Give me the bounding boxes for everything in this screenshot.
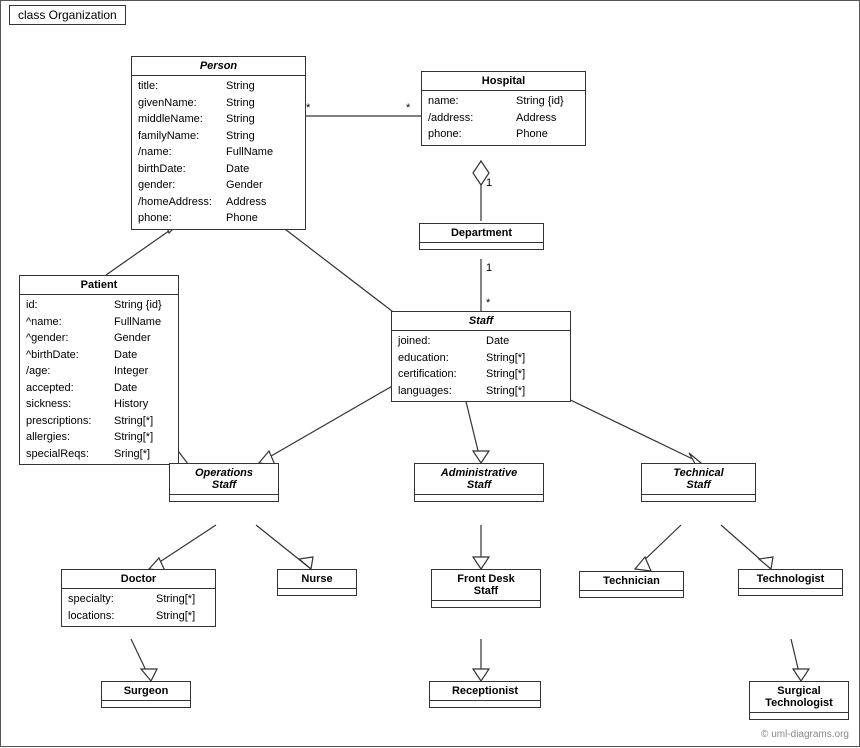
class-receptionist-body bbox=[430, 701, 540, 707]
class-patient-header: Patient bbox=[20, 276, 178, 295]
class-surgical-tech-body bbox=[750, 713, 848, 719]
class-department-header: Department bbox=[420, 224, 543, 243]
class-technician: Technician bbox=[579, 571, 684, 598]
class-person: Person title:String givenName:String mid… bbox=[131, 56, 306, 230]
class-doctor: Doctor specialty:String[*] locations:Str… bbox=[61, 569, 216, 627]
class-admin-staff-header: AdministrativeStaff bbox=[415, 464, 543, 495]
class-admin-staff-body bbox=[415, 495, 543, 501]
svg-text:1: 1 bbox=[486, 177, 492, 189]
diagram-container: class Organization * * 1 * 1 * * * bbox=[0, 0, 860, 747]
svg-text:1: 1 bbox=[486, 262, 492, 274]
svg-text:*: * bbox=[406, 102, 411, 114]
class-hospital: Hospital name:String {id} /address:Addre… bbox=[421, 71, 586, 146]
watermark: © uml-diagrams.org bbox=[761, 729, 849, 740]
class-technician-header: Technician bbox=[580, 572, 683, 591]
class-nurse-header: Nurse bbox=[278, 570, 356, 589]
class-technologist-header: Technologist bbox=[739, 570, 842, 589]
class-staff-header: Staff bbox=[392, 312, 570, 331]
class-front-desk: Front DeskStaff bbox=[431, 569, 541, 608]
class-ops-staff: OperationsStaff bbox=[169, 463, 279, 502]
class-staff-body: joined:Date education:String[*] certific… bbox=[392, 331, 570, 401]
class-person-header: Person bbox=[132, 57, 305, 76]
class-tech-staff-body bbox=[642, 495, 755, 501]
class-patient-body: id:String {id} ^name:FullName ^gender:Ge… bbox=[20, 295, 178, 464]
class-department-body bbox=[420, 243, 543, 249]
class-technician-body bbox=[580, 591, 683, 597]
class-surgical-tech: SurgicalTechnologist bbox=[749, 681, 849, 720]
class-ops-staff-header: OperationsStaff bbox=[170, 464, 278, 495]
class-department: Department bbox=[419, 223, 544, 250]
class-receptionist-header: Receptionist bbox=[430, 682, 540, 701]
class-surgeon-body bbox=[102, 701, 190, 707]
diagram-title: class Organization bbox=[9, 5, 126, 25]
class-surgeon-header: Surgeon bbox=[102, 682, 190, 701]
svg-text:*: * bbox=[486, 297, 491, 309]
class-staff: Staff joined:Date education:String[*] ce… bbox=[391, 311, 571, 402]
class-front-desk-body bbox=[432, 601, 540, 607]
class-doctor-header: Doctor bbox=[62, 570, 215, 589]
class-surgeon: Surgeon bbox=[101, 681, 191, 708]
class-nurse: Nurse bbox=[277, 569, 357, 596]
class-technologist-body bbox=[739, 589, 842, 595]
class-doctor-body: specialty:String[*] locations:String[*] bbox=[62, 589, 215, 626]
class-tech-staff-header: TechnicalStaff bbox=[642, 464, 755, 495]
class-ops-staff-body bbox=[170, 495, 278, 501]
class-tech-staff: TechnicalStaff bbox=[641, 463, 756, 502]
class-admin-staff: AdministrativeStaff bbox=[414, 463, 544, 502]
class-technologist: Technologist bbox=[738, 569, 843, 596]
class-nurse-body bbox=[278, 589, 356, 595]
svg-text:*: * bbox=[306, 102, 311, 114]
class-hospital-header: Hospital bbox=[422, 72, 585, 91]
class-receptionist: Receptionist bbox=[429, 681, 541, 708]
class-patient: Patient id:String {id} ^name:FullName ^g… bbox=[19, 275, 179, 465]
class-hospital-body: name:String {id} /address:Address phone:… bbox=[422, 91, 585, 145]
class-person-body: title:String givenName:String middleName… bbox=[132, 76, 305, 229]
class-front-desk-header: Front DeskStaff bbox=[432, 570, 540, 601]
class-surgical-tech-header: SurgicalTechnologist bbox=[750, 682, 848, 713]
